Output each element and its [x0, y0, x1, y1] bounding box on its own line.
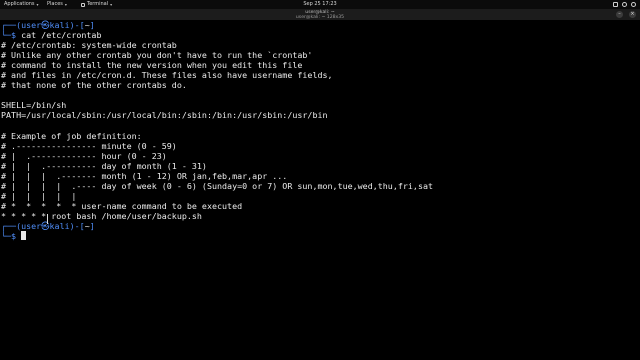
system-tray: [613, 0, 636, 9]
prompt-open: ┌──(: [1, 20, 22, 30]
command-text: cat /etc/crontab: [21, 30, 102, 41]
output-line: # | | | .------- month (1 - 12) OR jan,f…: [1, 170, 288, 181]
prompt-end: ]: [89, 20, 95, 30]
output-line: # command to install the new version whe…: [1, 60, 303, 71]
close-button[interactable]: ×: [629, 11, 636, 18]
output-line: # .---------------- minute (0 - 59): [1, 140, 177, 151]
window-controls: – ×: [616, 11, 636, 18]
output-line: # Example of job definition:: [1, 130, 142, 141]
prompt-prefix: └─: [1, 230, 12, 241]
output-line: SHELL=/bin/sh: [1, 100, 67, 111]
output-line: # and files in /etc/cron.d. These files …: [1, 70, 333, 81]
minimize-button[interactable]: –: [616, 11, 623, 18]
network-icon[interactable]: [613, 2, 618, 7]
output-line: # | | .---------- day of month (1 - 31): [1, 160, 207, 171]
output-line: * * * * * root bash /home/user/backup.sh: [1, 210, 202, 221]
output-line: PATH=/usr/local/sbin:/usr/local/bin:/sbi…: [1, 110, 328, 121]
prompt-userhost: user㉿kali: [21, 20, 70, 30]
output-line: # /etc/crontab: system-wide crontab: [1, 40, 177, 51]
prompt-line: ┌──(user㉿kali)-[~]: [1, 221, 640, 231]
prompt-line: ┌──(user㉿kali)-[~]: [1, 20, 640, 30]
power-icon[interactable]: [631, 2, 636, 7]
top-panel: Applications ▾ Places ▾ Terminal ▾ Sep 2…: [0, 0, 640, 9]
prompt-userhost: user㉿kali: [21, 220, 70, 231]
output-line: # | .------------- hour (0 - 23): [1, 150, 167, 161]
volume-icon[interactable]: [622, 2, 627, 7]
window-subtitle: user@kali: ~ 128x35: [295, 14, 345, 20]
output-line: # that none of the other crontabs do.: [1, 80, 187, 91]
output-line: # Unlike any other crontab you don't hav…: [1, 50, 313, 61]
prompt-end: ]: [89, 220, 95, 231]
terminal-view[interactable]: ┌──(user㉿kali)-[~] └─$ cat /etc/crontab …: [0, 20, 640, 360]
command-line: └─$ cat /etc/crontab: [1, 30, 640, 40]
prompt-close: )-[: [69, 220, 85, 231]
prompt-prefix: └─: [1, 30, 12, 41]
window-titlebar[interactable]: user@kali: ~ user@kali: ~ 128x35 – ×: [0, 9, 640, 20]
prompt-dollar: $: [11, 30, 22, 41]
prompt-close: )-[: [69, 20, 85, 30]
output-line: # * * * * * user-name command to be exec…: [1, 200, 243, 211]
output-line: # | | | | |: [1, 190, 77, 201]
prompt-dollar: $: [11, 230, 22, 241]
command-line[interactable]: └─$: [1, 230, 640, 241]
text-cursor: [21, 230, 27, 240]
clock[interactable]: Sep 25 17:23: [0, 0, 640, 9]
output-line: # | | | | .---- day of week (0 - 6) (Sun…: [1, 180, 434, 191]
mouse-ibeam-cursor-icon: [47, 214, 49, 224]
prompt-open: ┌──(: [1, 220, 22, 231]
